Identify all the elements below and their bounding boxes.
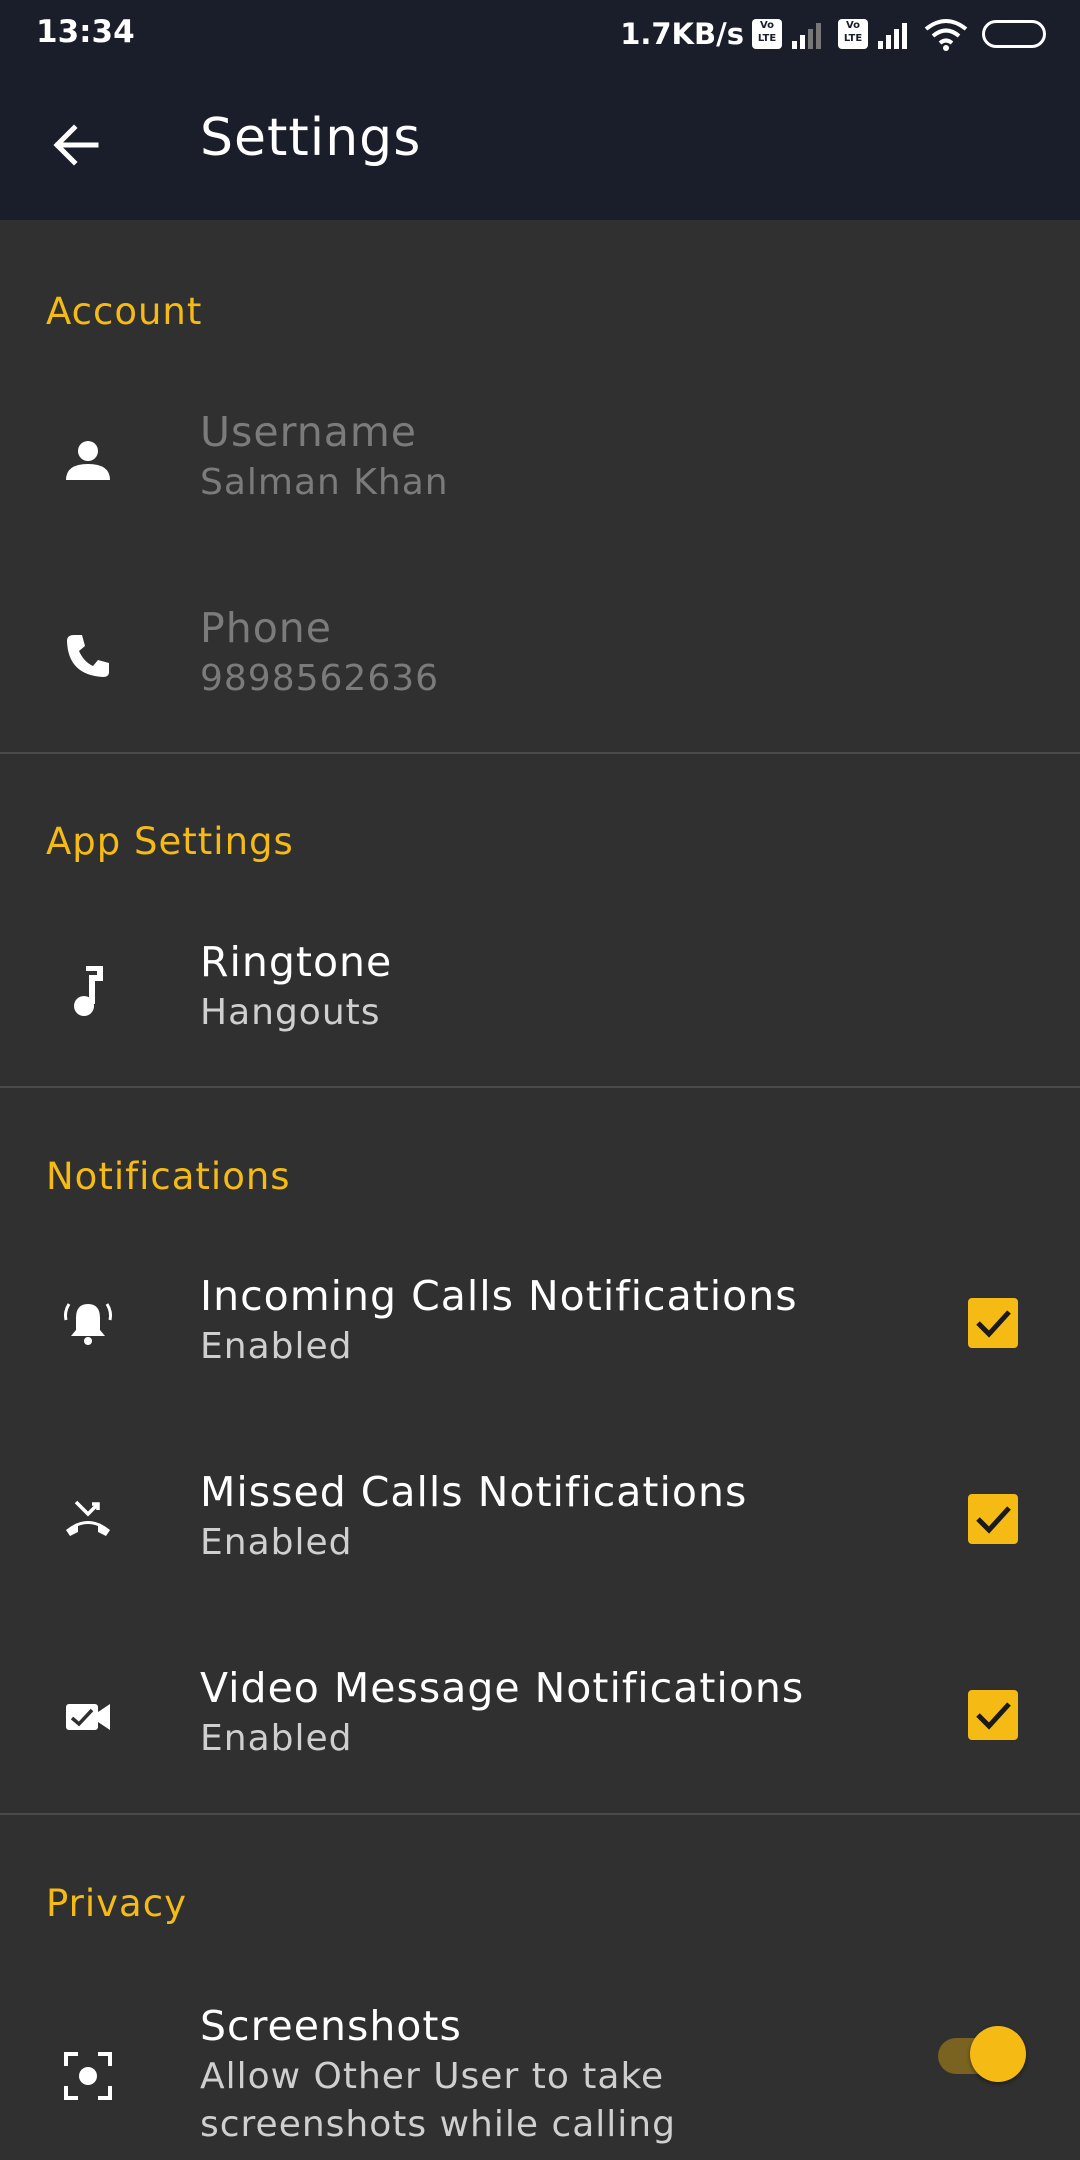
screenshots-toggle[interactable] <box>938 2026 1026 2086</box>
check-icon <box>976 1702 1011 1730</box>
battery-icon: 81 <box>982 20 1046 48</box>
setting-value: Enabled <box>200 1326 353 1367</box>
battery-level: 81 <box>1000 22 1028 46</box>
wifi-icon <box>924 19 968 51</box>
setting-missed-calls-notifications[interactable]: Missed Calls Notifications Enabled <box>0 1450 1080 1590</box>
setting-label: Username <box>200 408 418 456</box>
bell-ringing-icon <box>60 1296 116 1352</box>
setting-screenshots[interactable]: Screenshots Allow Other User to take scr… <box>0 1982 1080 2160</box>
setting-value-line-1: Allow Other User to take <box>200 2056 665 2097</box>
setting-label: Ringtone <box>200 938 393 986</box>
arrow-back-icon[interactable] <box>50 120 100 170</box>
setting-label: Missed Calls Notifications <box>200 1468 748 1516</box>
setting-value: Enabled <box>200 1522 353 1563</box>
person-icon <box>60 432 116 488</box>
signal-icon-2 <box>878 23 907 49</box>
divider <box>0 1086 1080 1088</box>
setting-label: Incoming Calls Notifications <box>200 1272 798 1320</box>
section-title-privacy: Privacy <box>46 1882 187 1925</box>
setting-value: Enabled <box>200 1718 353 1759</box>
missed-calls-checkbox[interactable] <box>968 1494 1018 1544</box>
setting-label: Screenshots <box>200 2002 462 2050</box>
video-message-checkbox[interactable] <box>968 1690 1018 1740</box>
check-icon <box>976 1310 1011 1338</box>
setting-video-message-notifications[interactable]: Video Message Notifications Enabled <box>0 1646 1080 1786</box>
page-title: Settings <box>200 108 422 168</box>
setting-label: Video Message Notifications <box>200 1664 805 1712</box>
setting-value-line-2: screenshots while calling <box>200 2104 676 2145</box>
setting-phone[interactable]: Phone 9898562636 <box>0 586 1080 726</box>
divider <box>0 1813 1080 1815</box>
setting-value: Hangouts <box>200 992 381 1033</box>
section-title-app-settings: App Settings <box>46 820 294 863</box>
app-bar: Settings <box>0 66 1080 220</box>
incoming-calls-checkbox[interactable] <box>968 1298 1018 1348</box>
setting-ringtone[interactable]: Ringtone Hangouts <box>0 920 1080 1060</box>
volte-icon-2: Vo LTE <box>838 19 868 49</box>
setting-label: Phone <box>200 604 333 652</box>
status-icons: 1.7KB/s Vo LTE Vo LTE 81 <box>620 14 1046 54</box>
music-note-icon <box>60 964 116 1020</box>
video-message-icon <box>60 1688 116 1744</box>
section-title-account: Account <box>46 290 203 333</box>
section-title-notifications: Notifications <box>46 1155 291 1198</box>
network-speed: 1.7KB/s <box>620 17 744 51</box>
setting-value: Salman Khan <box>200 462 449 503</box>
setting-incoming-calls-notifications[interactable]: Incoming Calls Notifications Enabled <box>0 1254 1080 1394</box>
check-icon <box>976 1506 1011 1534</box>
setting-username[interactable]: Username Salman Khan <box>0 390 1080 530</box>
setting-value: 9898562636 <box>200 658 440 699</box>
status-time: 13:34 <box>36 14 135 50</box>
screenshot-icon <box>60 2048 116 2104</box>
signal-icon <box>792 23 821 49</box>
phone-icon <box>60 628 116 684</box>
missed-call-icon <box>60 1492 116 1548</box>
divider <box>0 752 1080 754</box>
toggle-knob <box>970 2026 1026 2082</box>
volte-icon: Vo LTE <box>752 19 782 49</box>
status-bar: 13:34 1.7KB/s Vo LTE Vo LTE 81 <box>0 0 1080 66</box>
